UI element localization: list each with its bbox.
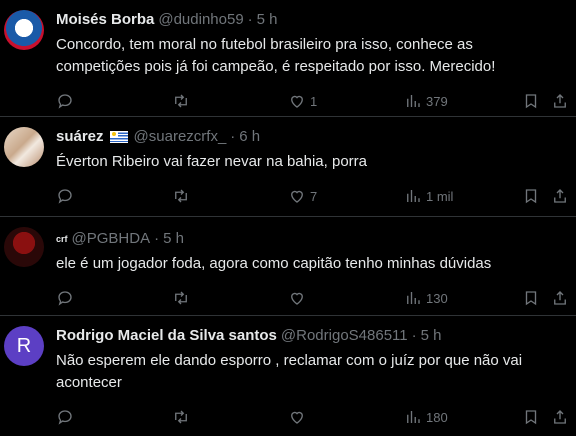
reply-icon: [58, 291, 72, 306]
reply-button[interactable]: [56, 92, 74, 110]
reply-icon: [58, 94, 72, 109]
avatar[interactable]: [4, 127, 44, 167]
like-button[interactable]: 1: [288, 92, 317, 110]
views-count: 379: [426, 93, 448, 109]
retweet-icon: [175, 410, 187, 424]
views-button[interactable]: 180: [404, 408, 448, 426]
views-icon: [407, 411, 420, 423]
share-icon: [554, 94, 566, 108]
tweet-text: Não esperem ele dando esporro , reclamar…: [56, 352, 523, 391]
tweet-text: Éverton Ribeiro vai fazer nevar na bahia…: [56, 153, 368, 170]
like-icon: [291, 292, 303, 305]
retweet-button[interactable]: [172, 92, 190, 110]
reply-icon: [58, 410, 72, 425]
views-button[interactable]: 130: [404, 289, 448, 307]
reply-button[interactable]: [56, 187, 74, 205]
share-button[interactable]: [551, 187, 569, 205]
like-icon: [291, 190, 303, 203]
share-icon: [554, 410, 566, 424]
like-button[interactable]: 7: [288, 187, 317, 205]
views-count: 1 mil: [426, 188, 454, 204]
views-icon: [407, 190, 420, 202]
separator-dot: ·: [154, 230, 160, 247]
bookmark-icon: [525, 189, 537, 204]
timestamp[interactable]: 5 h: [421, 326, 442, 346]
author-handle[interactable]: @suarezcrfx_: [134, 127, 227, 147]
share-button[interactable]: [551, 92, 569, 110]
views-button[interactable]: 379: [404, 92, 448, 110]
avatar[interactable]: [4, 227, 44, 267]
avatar[interactable]: R: [4, 326, 44, 366]
timestamp[interactable]: 6 h: [239, 127, 260, 147]
share-icon: [554, 189, 566, 203]
separator-dot: ·: [411, 327, 417, 344]
action-bar: 130: [56, 283, 576, 317]
bookmark-button[interactable]: [522, 92, 540, 110]
separator-dot: ·: [247, 11, 253, 28]
retweet-button[interactable]: [172, 187, 190, 205]
timestamp[interactable]: 5 h: [163, 229, 184, 249]
author-name[interactable]: crf: [56, 229, 68, 249]
avatar[interactable]: [4, 10, 44, 50]
retweet-button[interactable]: [172, 408, 190, 426]
retweet-icon: [175, 94, 187, 108]
reply-feed: Moisés Borba @dudinho59 · 5 h Concordo, …: [0, 0, 576, 432]
action-bar: 7 1 mil: [56, 181, 576, 215]
like-button[interactable]: [288, 289, 310, 307]
like-count: 1: [310, 93, 318, 109]
views-icon: [407, 292, 420, 304]
author-handle[interactable]: @PGBHDA: [72, 229, 151, 249]
bookmark-icon: [525, 291, 537, 306]
retweet-button[interactable]: [172, 289, 190, 307]
bookmark-icon: [525, 410, 537, 425]
tweet-text: Concordo, tem moral no futebol brasileir…: [56, 36, 496, 75]
views-icon: [407, 95, 420, 107]
tweet[interactable]: suárez @suarezcrfx_ · 6 h Éverton Ribeir…: [0, 117, 576, 217]
retweet-icon: [175, 291, 187, 305]
reply-button[interactable]: [56, 408, 74, 426]
share-icon: [554, 291, 566, 305]
timestamp[interactable]: 5 h: [257, 10, 278, 30]
share-button[interactable]: [551, 408, 569, 426]
tweet[interactable]: Moisés Borba @dudinho59 · 5 h Concordo, …: [0, 0, 576, 117]
like-count: 7: [310, 188, 318, 204]
views-count: 180: [426, 409, 448, 425]
like-icon: [291, 411, 303, 424]
author-name[interactable]: Rodrigo Maciel da Silva santos: [56, 326, 277, 346]
action-bar: 180: [56, 402, 576, 436]
bookmark-button[interactable]: [522, 289, 540, 307]
action-bar: 1 379: [56, 86, 576, 120]
uruguay-flag-icon: [109, 131, 128, 143]
reply-button[interactable]: [56, 289, 74, 307]
bookmark-button[interactable]: [522, 408, 540, 426]
like-icon: [291, 95, 303, 108]
author-handle[interactable]: @dudinho59: [158, 10, 243, 30]
tweet-text: ele é um jogador foda, agora como capitã…: [56, 255, 492, 272]
views-button[interactable]: 1 mil: [404, 187, 453, 205]
like-button[interactable]: [288, 408, 310, 426]
bookmark-button[interactable]: [522, 187, 540, 205]
retweet-icon: [175, 189, 187, 203]
author-name[interactable]: Moisés Borba: [56, 10, 154, 30]
reply-icon: [58, 189, 72, 204]
tweet[interactable]: R Rodrigo Maciel da Silva santos @Rodrig…: [0, 316, 576, 432]
author-name[interactable]: suárez: [56, 127, 104, 147]
bookmark-icon: [525, 94, 537, 109]
share-button[interactable]: [551, 289, 569, 307]
separator-dot: ·: [230, 128, 236, 145]
author-handle[interactable]: @RodrigoS486511: [281, 326, 408, 346]
tweet[interactable]: crf @PGBHDA · 5 h ele é um jogador foda,…: [0, 217, 576, 316]
views-count: 130: [426, 290, 448, 306]
